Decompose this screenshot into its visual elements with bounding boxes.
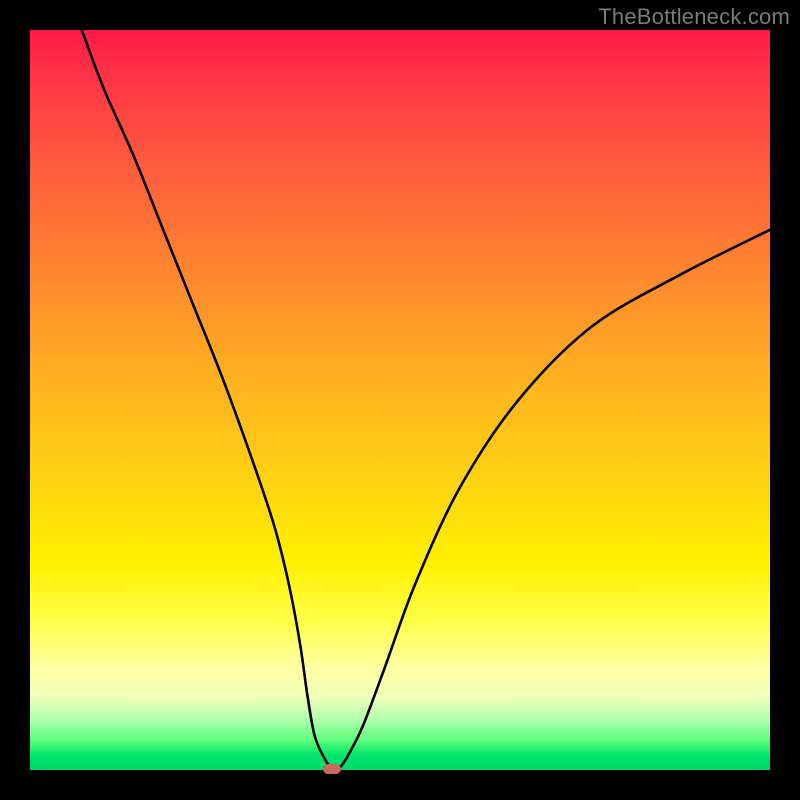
watermark-text: TheBottleneck.com — [598, 4, 790, 30]
bottleneck-curve — [30, 30, 770, 770]
min-marker — [323, 764, 341, 774]
plot-area — [30, 30, 770, 770]
chart-frame: TheBottleneck.com — [0, 0, 800, 800]
